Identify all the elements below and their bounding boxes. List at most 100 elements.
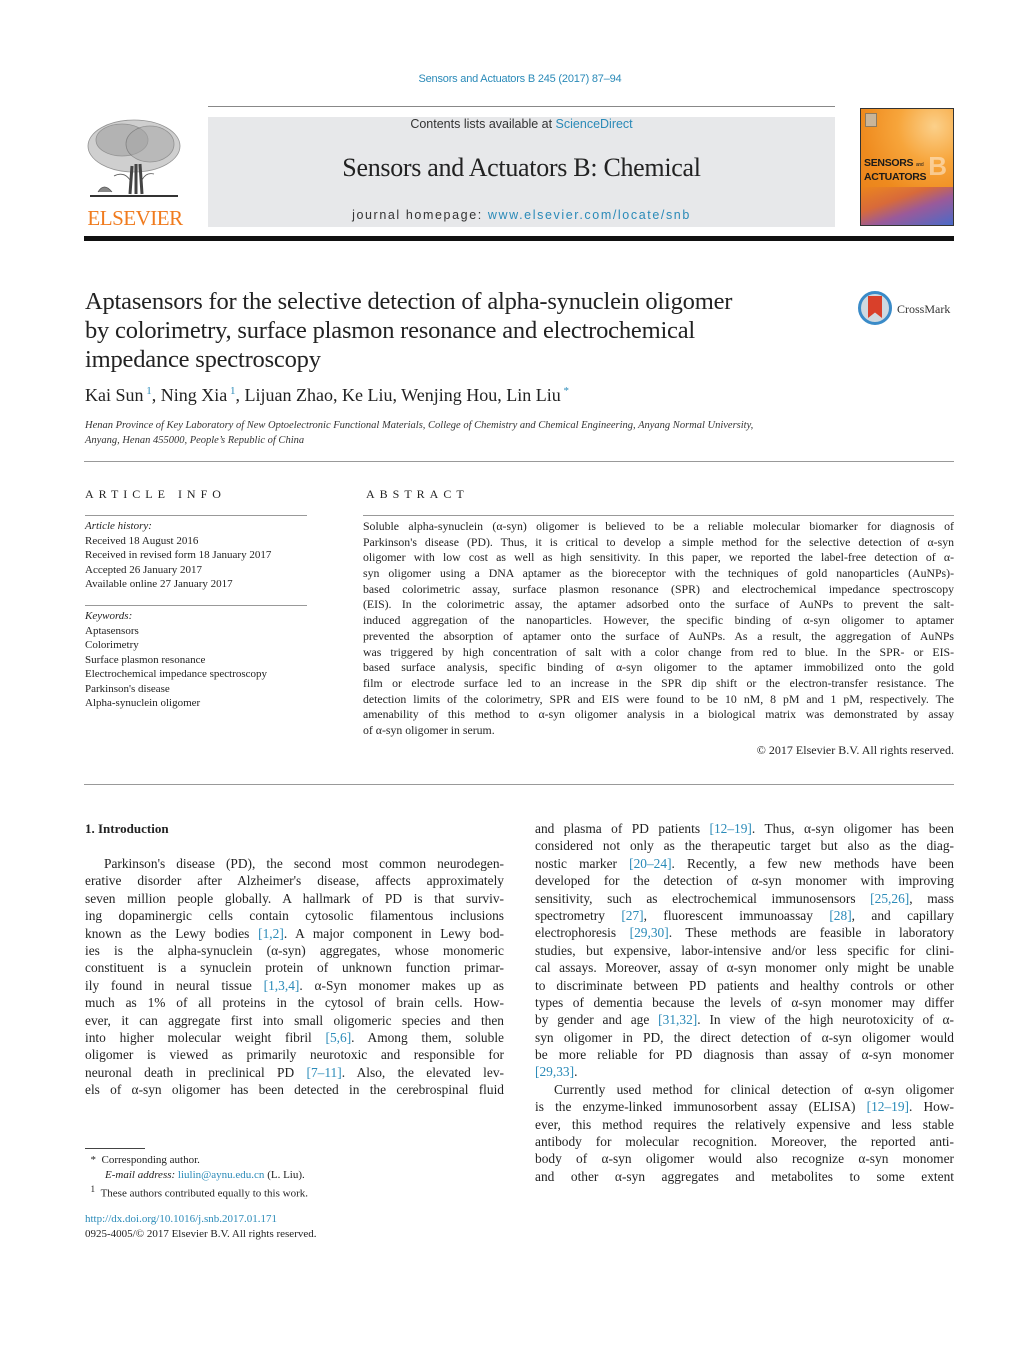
corresponding-author-mark[interactable]: * — [563, 385, 569, 397]
journal-homepage-link[interactable]: www.elsevier.com/locate/snb — [488, 208, 691, 222]
sciencedirect-link[interactable]: ScienceDirect — [556, 117, 633, 131]
affiliation-line: Henan Province of Key Laboratory of New … — [85, 420, 754, 431]
email-link[interactable]: liulin@aynu.edu.cn — [178, 1169, 265, 1181]
footnote-text: Corresponding author. — [101, 1154, 200, 1166]
reference-link[interactable]: [29,30] — [630, 925, 669, 940]
keyword[interactable]: Parkinson's disease — [85, 682, 267, 697]
author[interactable]: Lijuan Zhao — [245, 385, 333, 405]
body-line: ever, it can aggregate first into small … — [85, 1012, 504, 1029]
crossmark-button[interactable]: CrossMark — [858, 291, 958, 331]
title-line: impedance spectroscopy — [85, 346, 321, 373]
reference-link[interactable]: [1,2] — [258, 926, 284, 941]
contents-prefix: Contents lists available at — [410, 117, 556, 131]
reference-link[interactable]: [12–19] — [867, 1099, 909, 1114]
body-line: be more reliable for PD diagnosis than a… — [535, 1046, 954, 1063]
abstract-body: Soluble alpha-synuclein (α-syn) oligomer… — [363, 519, 954, 739]
contents-line: Contents lists available at ScienceDirec… — [208, 117, 835, 131]
abstract-line: (EIS). In the colorimetric assay, the ap… — [363, 597, 954, 612]
abstract-line: oligomer with low cost as well as high s… — [363, 550, 954, 565]
abstract-line: based surface analysis, specific binding… — [363, 660, 954, 675]
body-line: Parkinson's disease (PD), the second mos… — [85, 855, 504, 872]
elsevier-logo[interactable]: ELSEVIER — [84, 116, 186, 230]
body-line: neuronal death in preclinical PD [7–11].… — [85, 1064, 504, 1081]
reference-link[interactable]: [7–11] — [306, 1065, 341, 1080]
reference-link[interactable]: [28] — [829, 908, 851, 923]
body-line: seven million people globally. A hallmar… — [85, 890, 504, 907]
body-text: much as 1% of all proteins in the cytoso… — [85, 995, 504, 1011]
body-text: . α-Syn monomer makes up as — [299, 977, 504, 993]
body-text: nostic marker — [535, 855, 630, 871]
author[interactable]: Wenjing Hou — [401, 385, 497, 405]
journal-citation-link[interactable]: Sensors and Actuators B 245 (2017) 87–94 — [0, 73, 1020, 85]
author-list: Kai Sun 1, Ning Xia 1, Lijuan Zhao, Ke L… — [85, 385, 569, 405]
body-text: studies, but expensive, labor-intensive … — [535, 942, 954, 958]
abstract-copyright: © 2017 Elsevier B.V. All rights reserved… — [756, 743, 954, 757]
doi-link[interactable]: http://dx.doi.org/10.1016/j.snb.2017.01.… — [85, 1213, 277, 1225]
body-text: types of dementia because the levels of … — [535, 994, 954, 1010]
author-footnote-mark[interactable]: 1 — [230, 385, 236, 397]
header-rule — [208, 106, 835, 107]
keyword[interactable]: Electrochemical impedance spectroscopy — [85, 667, 267, 682]
cover-art — [861, 187, 953, 225]
abstract-line: induced aggregation of the nanoparticles… — [363, 613, 954, 628]
body-text: . Among them, soluble — [351, 1029, 504, 1045]
body-text: ever, this method requires the relativel… — [535, 1116, 954, 1132]
author[interactable]: Lin Liu — [506, 385, 561, 405]
body-line: erative disorder after Alzheimer's disea… — [85, 872, 504, 889]
article-info-heading: ARTICLE INFO — [85, 487, 226, 501]
body-text: neuronal death in preclinical PD — [85, 1064, 307, 1080]
body-text: . — [574, 1064, 578, 1080]
body-line: [29,33]. — [535, 1063, 954, 1080]
author[interactable]: Ning Xia — [161, 385, 228, 405]
body-text: into higher molecular weight fibril — [85, 1029, 326, 1045]
body-text: developed for the detection of α-syn mon… — [535, 873, 954, 889]
journal-cover-thumbnail[interactable]: B SENSORS and ACTUATORS — [860, 108, 954, 226]
body-line: constituent is a synuclein protein of un… — [85, 959, 504, 976]
body-text: . Also, the elevated lev- — [341, 1064, 504, 1080]
keyword[interactable]: Colorimetry — [85, 638, 267, 653]
abstract-line: prevented the absorption of aptamer onto… — [363, 628, 954, 643]
body-text: antibody for molecular recognition. More… — [535, 1134, 954, 1150]
email-label: E-mail address: — [105, 1168, 178, 1181]
author-footnote-mark[interactable]: 1 — [146, 385, 152, 397]
reference-link[interactable]: [29,33] — [535, 1064, 574, 1079]
cover-title: SENSORS and ACTUATORS — [864, 157, 927, 183]
body-line: to discriminate between PD patients and … — [535, 977, 954, 994]
footnote-equal-contribution: 1 These authors contributed equally to t… — [85, 1182, 309, 1201]
body-text: is the enzyme-linked immunosorbent assay… — [535, 1099, 867, 1115]
body-text: electrophoresis — [535, 925, 630, 941]
body-text: Currently used method for clinical detec… — [554, 1081, 954, 1097]
reference-link[interactable]: [31,32] — [658, 1012, 697, 1027]
body-line: body of α-syn oligomer would also recogn… — [535, 1150, 954, 1167]
doi-block: http://dx.doi.org/10.1016/j.snb.2017.01.… — [85, 1212, 317, 1242]
reference-link[interactable]: [20–24] — [629, 856, 671, 871]
body-text: . These methods are feasible in laborato… — [668, 925, 954, 941]
reference-link[interactable]: [27] — [621, 908, 643, 923]
body-text: body of α-syn oligomer would also recogn… — [535, 1151, 954, 1167]
journal-homepage-line: journal homepage: www.elsevier.com/locat… — [208, 208, 835, 222]
author[interactable]: Kai Sun — [85, 385, 144, 405]
body-text: erative disorder after Alzheimer's disea… — [85, 873, 504, 889]
section-heading-introduction: 1. Introduction — [85, 821, 169, 836]
article-history-label: Article history: — [85, 520, 152, 532]
reference-link[interactable]: [5,6] — [326, 1030, 352, 1045]
body-text: considered not only as the therapeutic t… — [535, 838, 954, 854]
reference-link[interactable]: [12–19] — [710, 821, 752, 836]
abstract-line: based colorimetric assay, surface plasmo… — [363, 581, 954, 596]
keyword[interactable]: Alpha-synuclein oligomer — [85, 696, 267, 711]
keywords: Keywords: Aptasensors Colorimetry Surfac… — [85, 609, 267, 711]
cover-and: and — [915, 162, 924, 168]
divider — [85, 605, 307, 606]
history-item: Received in revised form 18 January 2017 — [85, 549, 272, 561]
abstract-heading: ABSTRACT — [366, 487, 469, 501]
keyword[interactable]: Surface plasmon resonance — [85, 653, 267, 668]
body-line: ily found in neural tissue [1,3,4]. α-Sy… — [85, 977, 504, 994]
reference-link[interactable]: [25,26] — [870, 891, 909, 906]
body-text: . In view of the high neurotoxicity of α… — [697, 1012, 954, 1028]
abstract-line: was triggered by high concentration of s… — [363, 644, 954, 659]
author[interactable]: Ke Liu — [342, 385, 392, 405]
keyword[interactable]: Aptasensors — [85, 624, 267, 639]
reference-link[interactable]: [1,3,4] — [264, 978, 300, 993]
crossmark-label: CrossMark — [897, 302, 951, 316]
body-text: ing dopaminergic cells contain cytosolic… — [85, 908, 504, 924]
